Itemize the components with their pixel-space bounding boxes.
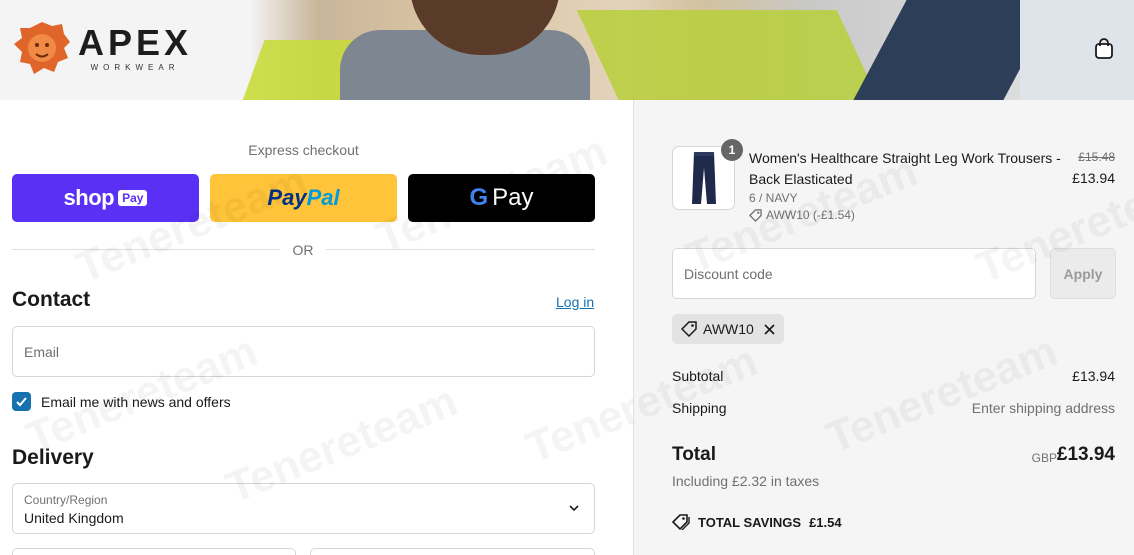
shop-pay-wordmark: shop — [63, 185, 115, 210]
newsletter-checkbox[interactable] — [12, 392, 31, 411]
quantity-badge: 1 — [721, 139, 743, 161]
applied-code-text: AWW10 — [703, 321, 754, 337]
paypal-wordmark-pal: Pal — [306, 185, 340, 210]
chevron-down-icon — [569, 505, 579, 512]
banner-image-background — [1020, 0, 1134, 100]
header-banner: APEX WORKWEAR — [0, 0, 1134, 100]
brand-logo[interactable]: APEX WORKWEAR — [12, 18, 192, 78]
shopping-bag-icon — [1095, 38, 1113, 59]
tag-icon — [681, 321, 697, 337]
banner-image-vest-right — [576, 10, 884, 100]
savings-value: £1.54 — [809, 514, 842, 530]
product-name: Women's Healthcare Straight Leg Work Tro… — [749, 150, 1061, 187]
total-value: £13.94 — [1056, 444, 1115, 465]
product-discount: AWW10 (-£1.54) — [749, 208, 855, 222]
first-name-field[interactable] — [12, 548, 296, 555]
shop-pay-badge: Pay — [118, 190, 148, 206]
shipping-value: Enter shipping address — [971, 400, 1115, 416]
discounted-price: £13.94 — [1072, 170, 1115, 186]
brand-subtitle: WORKWEAR — [90, 62, 180, 72]
paypal-button[interactable]: Pay Pal — [210, 174, 397, 222]
currency-code: GBP — [1031, 451, 1057, 465]
applied-code-chip: AWW10 — [672, 314, 784, 344]
country-value: United Kingdom — [24, 510, 124, 526]
country-label: Country/Region — [24, 493, 108, 507]
original-price: £15.48 — [1078, 150, 1115, 164]
or-divider-text: OR — [292, 242, 314, 258]
cart-button[interactable] — [1092, 38, 1116, 62]
login-link[interactable]: Log in — [556, 294, 594, 310]
checkmark-icon — [16, 397, 27, 407]
delivery-heading: Delivery — [12, 446, 94, 469]
email-field[interactable] — [13, 327, 594, 376]
subtotal-value: £13.94 — [1072, 368, 1115, 384]
total-label: Total — [672, 444, 716, 465]
newsletter-label: Email me with news and offers — [41, 394, 231, 410]
product-discount-text: AWW10 (-£1.54) — [766, 208, 855, 222]
email-field-wrapper — [12, 326, 595, 377]
brand-name: APEX — [78, 21, 193, 63]
order-summary: 1 Women's Healthcare Straight Leg Work T… — [633, 100, 1134, 555]
country-select[interactable]: Country/Region United Kingdom — [12, 483, 595, 534]
savings-label: TOTAL SAVINGS — [698, 514, 802, 530]
discount-code-field[interactable] — [673, 249, 1035, 298]
contact-heading: Contact — [12, 288, 91, 311]
close-icon — [764, 323, 775, 335]
tag-icon — [749, 208, 762, 222]
apply-discount-button[interactable]: Apply — [1050, 248, 1116, 299]
tag-icon — [672, 514, 690, 530]
google-g-icon: G — [469, 184, 489, 211]
shipping-label: Shipping — [672, 400, 727, 416]
divider-right — [326, 249, 595, 250]
subtotal-label: Subtotal — [672, 368, 724, 384]
product-variant: 6 / NAVY — [749, 191, 798, 205]
lion-logo-icon — [14, 22, 70, 74]
remove-code-button[interactable] — [764, 323, 775, 335]
last-name-field[interactable] — [310, 548, 595, 555]
google-pay-button[interactable]: G Pay — [408, 174, 595, 222]
google-pay-wordmark: Pay — [492, 184, 534, 211]
divider-left — [12, 249, 280, 250]
express-checkout-label: Express checkout — [248, 142, 359, 158]
taxes-note: Including £2.32 in taxes — [672, 473, 820, 489]
discount-code-wrapper — [672, 248, 1036, 299]
total-savings: TOTAL SAVINGS £1.54 — [672, 514, 842, 530]
shop-pay-button[interactable]: shop Pay — [12, 174, 199, 222]
paypal-wordmark-pay: Pay — [267, 185, 307, 210]
trousers-image-icon — [691, 152, 716, 204]
